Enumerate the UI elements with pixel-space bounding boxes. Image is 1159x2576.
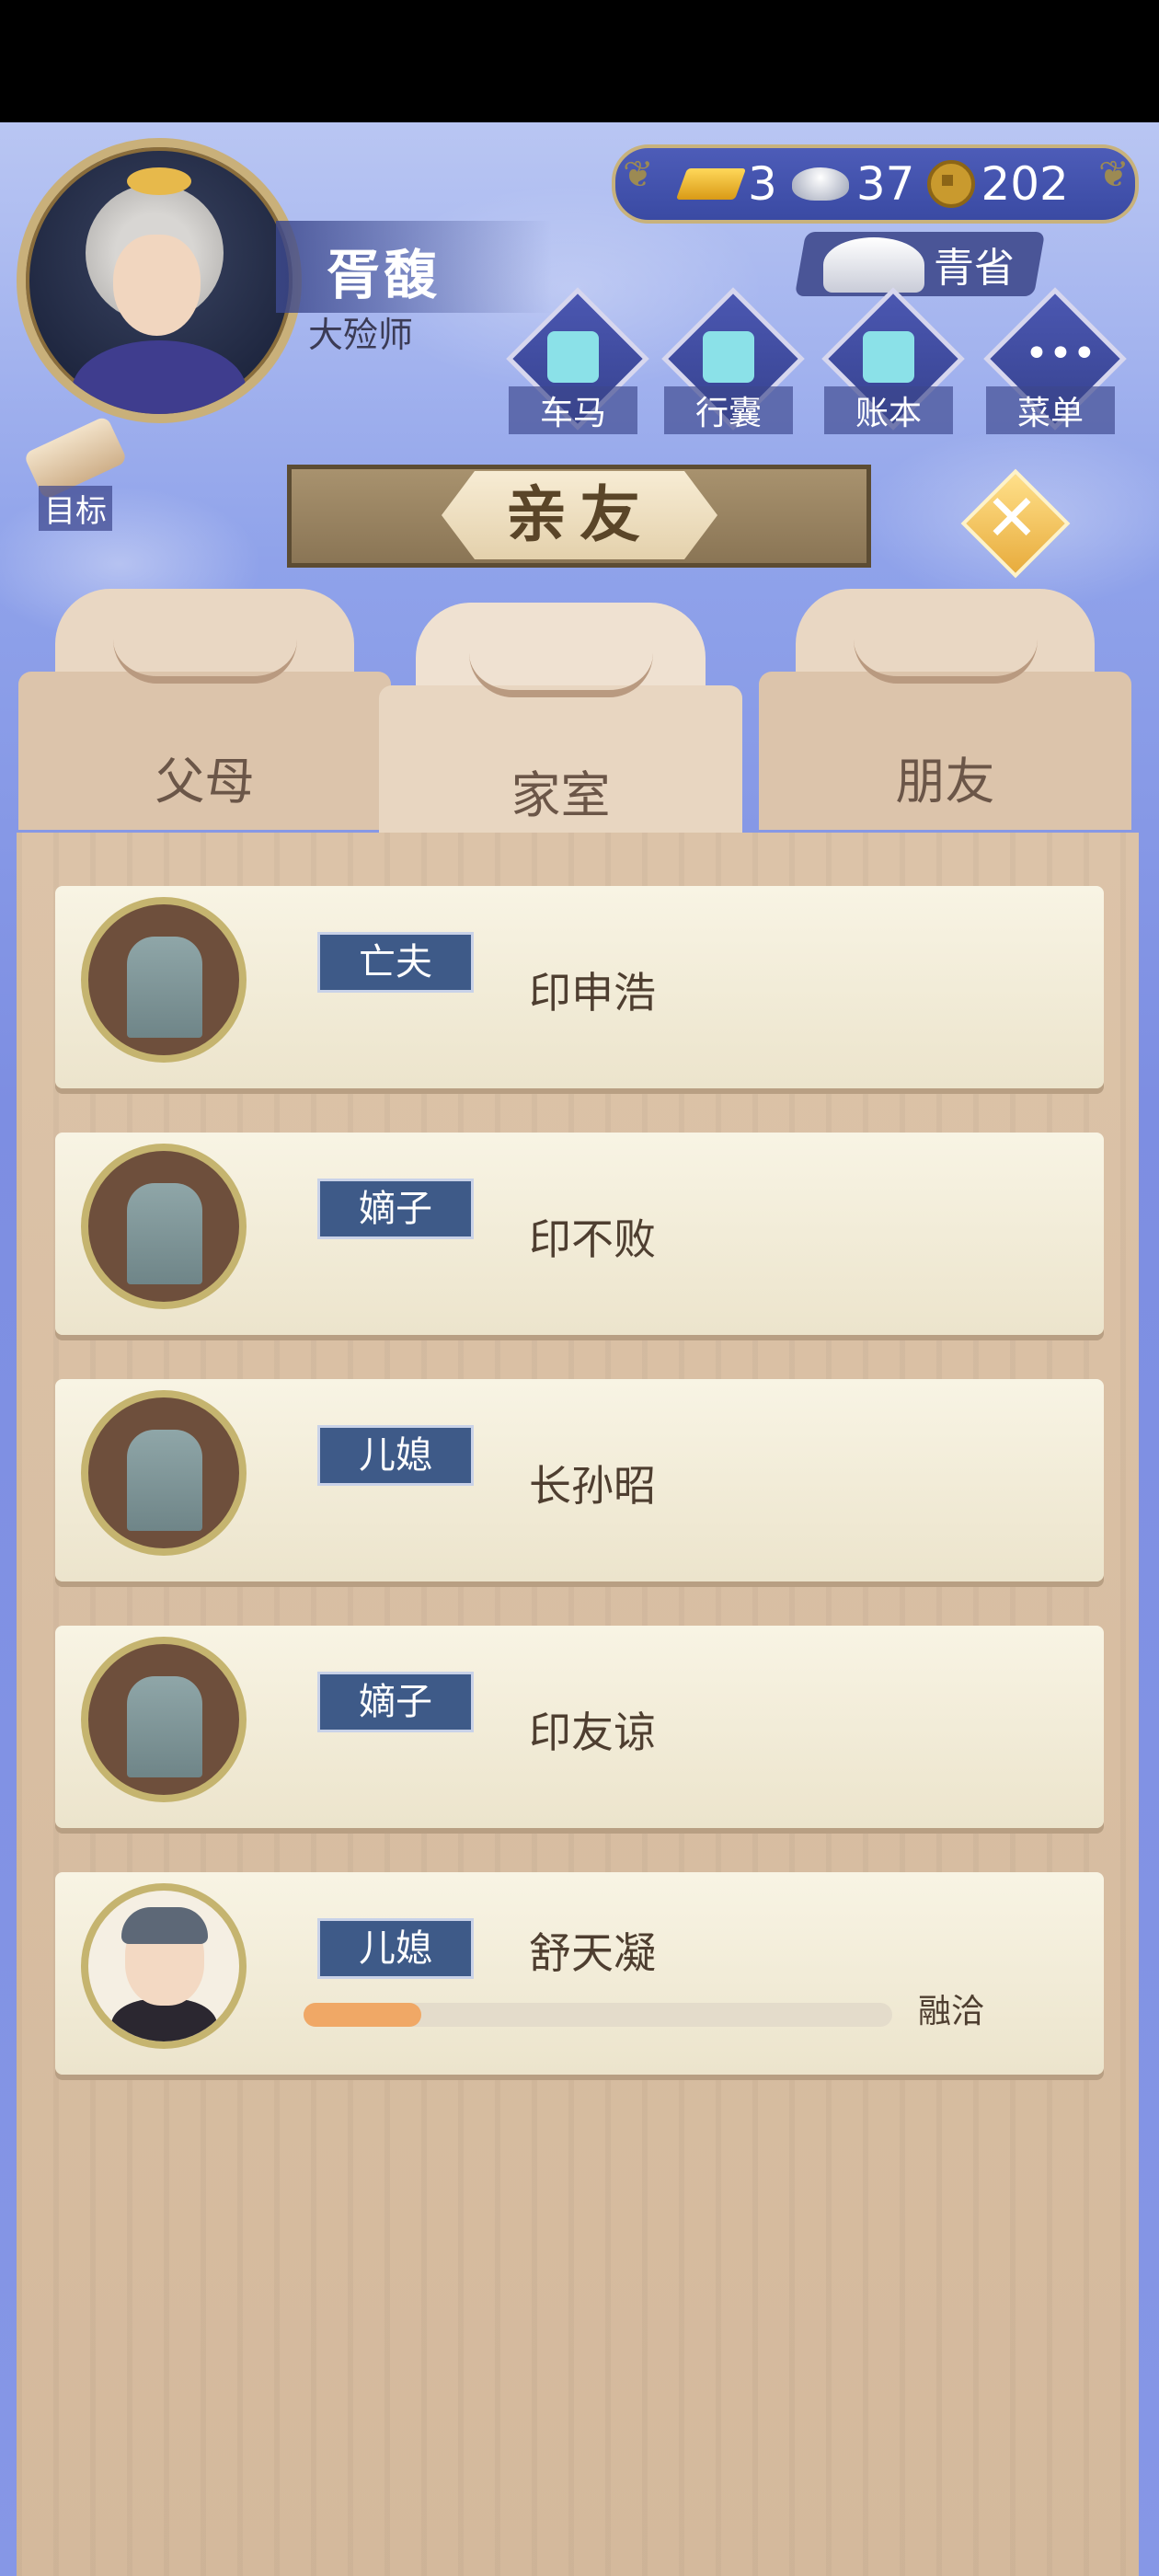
gold-ingot-icon bbox=[675, 168, 747, 200]
list-item[interactable]: 嫡子 印友谅 bbox=[55, 1626, 1104, 1833]
member-name: 印不败 bbox=[529, 1214, 656, 1264]
tab-label: 父母 bbox=[155, 753, 255, 811]
nav-label: 菜单 bbox=[986, 386, 1115, 434]
player-title: 大殓师 bbox=[308, 315, 414, 355]
affinity-label: 融洽 bbox=[918, 1993, 985, 2030]
portrait bbox=[81, 1390, 247, 1556]
carriage-icon bbox=[547, 331, 599, 383]
close-button[interactable]: ✕ bbox=[960, 468, 1071, 579]
silver-ingot-icon bbox=[791, 167, 849, 201]
page-title: 亲友 bbox=[506, 479, 653, 550]
player-name: 胥馥 bbox=[327, 244, 442, 306]
list-item[interactable]: 儿媳 长孙昭 bbox=[55, 1379, 1104, 1586]
nav-label: 车马 bbox=[509, 386, 637, 434]
status-bar bbox=[0, 0, 1159, 122]
relation-tag: 嫡子 bbox=[317, 1179, 474, 1239]
tab-family[interactable]: 家室 bbox=[379, 603, 742, 869]
cloud-ornament-icon bbox=[468, 653, 653, 697]
member-name: 舒天凝 bbox=[529, 1928, 656, 1978]
list-item[interactable]: 嫡子 印不败 bbox=[55, 1133, 1104, 1340]
gold-count: 3 bbox=[748, 157, 777, 211]
target-label: 目标 bbox=[39, 486, 112, 531]
list-item[interactable]: 亡夫 印申浩 bbox=[55, 886, 1104, 1093]
avatar-headpiece bbox=[127, 167, 191, 195]
cloud-ornament-icon bbox=[853, 639, 1038, 684]
nav-ledger-button[interactable]: 账本 bbox=[821, 287, 965, 434]
person-headwear bbox=[121, 1907, 208, 1944]
cloud-ornament-icon bbox=[112, 639, 297, 684]
avatar-robe bbox=[72, 340, 247, 414]
relation-tag: 亡夫 bbox=[317, 932, 474, 993]
copper-coin-icon bbox=[927, 160, 976, 208]
tombstone-icon bbox=[127, 1183, 202, 1284]
target-button[interactable]: 目标 bbox=[20, 415, 131, 531]
nav-label: 行囊 bbox=[664, 386, 793, 434]
avatar-face bbox=[113, 235, 201, 336]
menu-dots-icon: ••• bbox=[1025, 330, 1096, 377]
tab-label: 朋友 bbox=[895, 753, 995, 811]
tab-label: 家室 bbox=[511, 766, 611, 824]
coin-count: 202 bbox=[981, 157, 1069, 211]
player-avatar[interactable] bbox=[17, 138, 302, 423]
tombstone-icon bbox=[127, 1676, 202, 1777]
portrait bbox=[81, 897, 247, 1063]
member-name: 长孙昭 bbox=[529, 1461, 656, 1511]
silver-count: 37 bbox=[855, 157, 915, 211]
portrait bbox=[81, 1637, 247, 1802]
nav-carriage-button[interactable]: 车马 bbox=[506, 287, 649, 434]
ledger-icon bbox=[863, 331, 914, 383]
affinity-fill bbox=[304, 2003, 421, 2027]
close-icon: ✕ bbox=[984, 480, 1039, 556]
nav-label: 账本 bbox=[824, 386, 953, 434]
relation-tag: 儿媳 bbox=[317, 1918, 474, 1979]
nav-menu-button[interactable]: ••• 菜单 bbox=[983, 287, 1127, 434]
affinity-bar bbox=[304, 2003, 892, 2027]
person-body bbox=[111, 1999, 217, 2041]
province-label: 青省 bbox=[934, 245, 1015, 292]
tab-friends[interactable]: 朋友 bbox=[759, 589, 1131, 830]
tombstone-icon bbox=[127, 937, 202, 1038]
tab-parents[interactable]: 父母 bbox=[18, 589, 391, 830]
tombstone-icon bbox=[127, 1430, 202, 1531]
bamboo-right-icon: ❦ bbox=[1098, 154, 1130, 196]
ink-stone-icon bbox=[823, 237, 924, 293]
relation-tag: 嫡子 bbox=[317, 1672, 474, 1732]
bag-icon bbox=[703, 331, 754, 383]
portrait bbox=[81, 1144, 247, 1309]
currency-bar: ❦ 3 37 202 ❦ bbox=[612, 144, 1139, 224]
list-item[interactable]: 儿媳 舒天凝 融洽 bbox=[55, 1872, 1104, 2079]
portrait bbox=[81, 1883, 247, 2049]
member-name: 印友谅 bbox=[529, 1708, 656, 1757]
member-name: 印申浩 bbox=[529, 968, 656, 1018]
bamboo-left-icon: ❦ bbox=[623, 154, 654, 196]
relation-tag: 儿媳 bbox=[317, 1425, 474, 1486]
nav-bag-button[interactable]: 行囊 bbox=[661, 287, 805, 434]
